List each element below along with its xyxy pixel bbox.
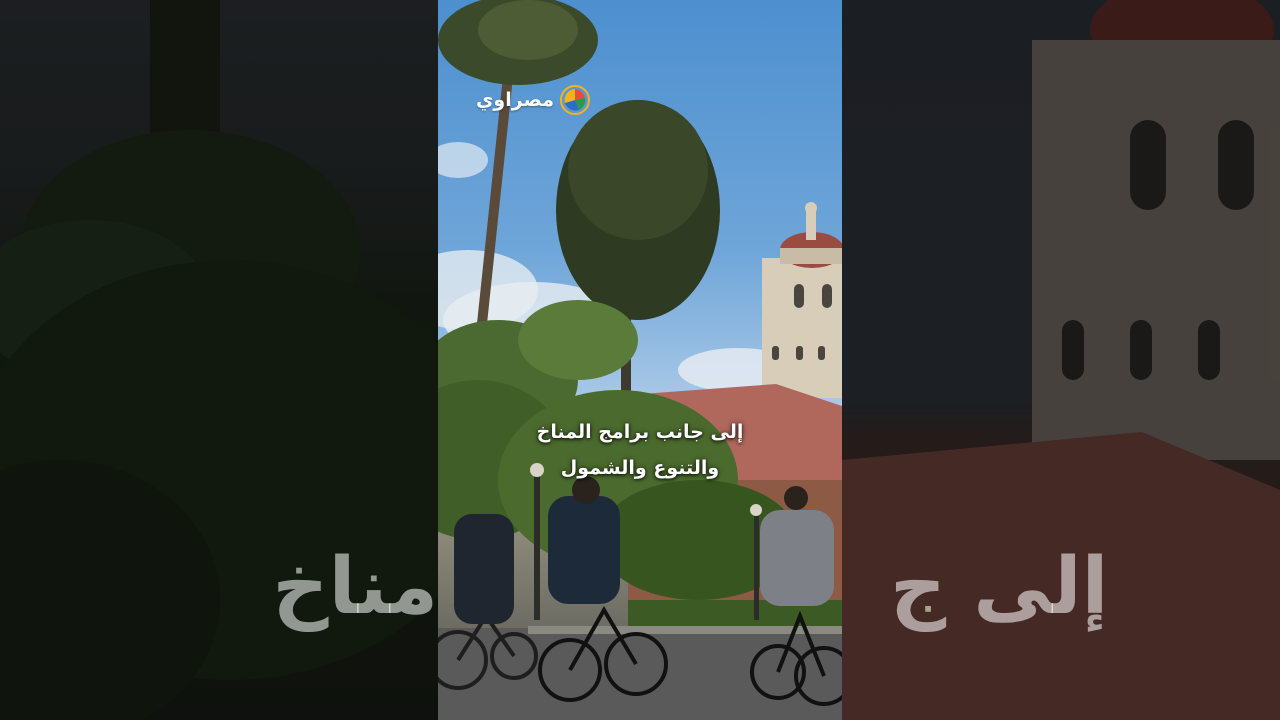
masrawy-logo-icon xyxy=(560,85,591,115)
lamp-post xyxy=(534,470,540,620)
cyclist-center-body xyxy=(548,496,620,604)
video-caption: إلى جانب برامج المناخ والتنوع والشمول xyxy=(438,414,842,486)
caption-line-2: والتنوع والشمول xyxy=(560,457,720,479)
caption-line-1: إلى جانب برامج المناخ xyxy=(536,421,744,443)
left-blurred-background: مناخ xyxy=(0,0,438,720)
lamp-post xyxy=(754,510,759,620)
right-blurred-background: إلى ج xyxy=(842,0,1280,720)
left-ghost-caption: مناخ xyxy=(272,542,438,632)
cyclist-left-body xyxy=(454,514,514,624)
cyclist-right-body xyxy=(760,510,834,606)
masrawy-logo-text: مصراوي xyxy=(476,89,555,111)
hoover-tower xyxy=(762,202,842,398)
masrawy-logo: مصراوي xyxy=(476,84,591,116)
right-ghost-caption: إلى ج xyxy=(890,542,1109,632)
